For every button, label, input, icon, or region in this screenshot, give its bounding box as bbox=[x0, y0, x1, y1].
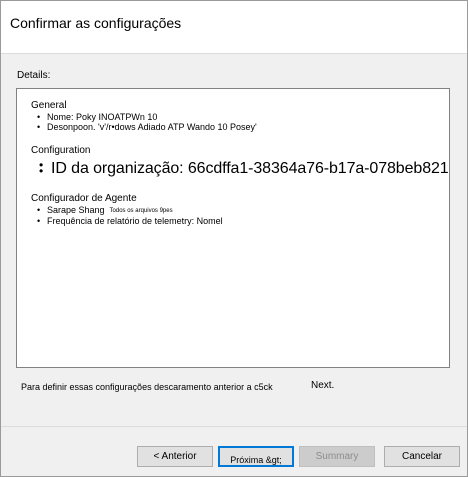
general-item-name-text: Nome: Poky INOATPWn 10 bbox=[47, 112, 158, 122]
general-heading: General bbox=[31, 100, 67, 111]
next-button[interactable]: Próxima &gt; bbox=[218, 446, 294, 467]
summary-button-label: Summary bbox=[315, 451, 359, 462]
organization-id: ID da organização: 66cdffa1-38364a76-b17… bbox=[51, 160, 450, 177]
details-panel[interactable]: General • Nome: Poky INOATPWn 10 • Desonpo… bbox=[16, 88, 450, 368]
bullet-icon: • bbox=[37, 216, 41, 226]
general-item-description-text: Desonpoon. 'v'/r•dows Adiado ATP Wando 1… bbox=[47, 122, 257, 132]
agent-item-telemetry-text: Frequência de relatório de telemetry: No… bbox=[47, 216, 223, 226]
summary-button[interactable]: Summary bbox=[299, 446, 375, 467]
agent-item-sample-text: Sarape Shang bbox=[47, 205, 105, 215]
bullet-icon: • bbox=[37, 205, 41, 215]
details-label: Details: bbox=[17, 70, 51, 81]
agent-heading: Configurador de Agente bbox=[31, 193, 137, 204]
wizard-header: Confirmar as configurações bbox=[1, 1, 467, 54]
wizard-window: Confirmar as configurações Details: Gene… bbox=[0, 0, 468, 477]
instruction-next-text: Next. bbox=[311, 380, 335, 391]
agent-item-sample-annotation: Todos os arquivos 9pes bbox=[109, 208, 173, 214]
instruction-text: Para definir essas configurações descara… bbox=[21, 382, 273, 392]
bullet-icon: • bbox=[37, 122, 41, 132]
footer-divider bbox=[1, 426, 467, 427]
general-item-description: • Desonpoon. 'v'/r•dows Adiado ATP Wando … bbox=[37, 122, 257, 133]
configuration-heading: Configuration bbox=[31, 145, 91, 156]
cancel-button-label: Cancelar bbox=[401, 451, 443, 462]
agent-item-telemetry: • Frequência de relatório de telemetry: N… bbox=[37, 216, 223, 227]
bullet-icon: • • bbox=[39, 158, 44, 178]
next-button-label: Próxima &gt; bbox=[230, 454, 282, 465]
page-title: Confirmar as configurações bbox=[10, 15, 182, 31]
cancel-button[interactable]: Cancelar bbox=[384, 446, 460, 467]
back-button[interactable]: < Anterior bbox=[137, 446, 213, 467]
back-button-label: < Anterior bbox=[153, 451, 197, 462]
